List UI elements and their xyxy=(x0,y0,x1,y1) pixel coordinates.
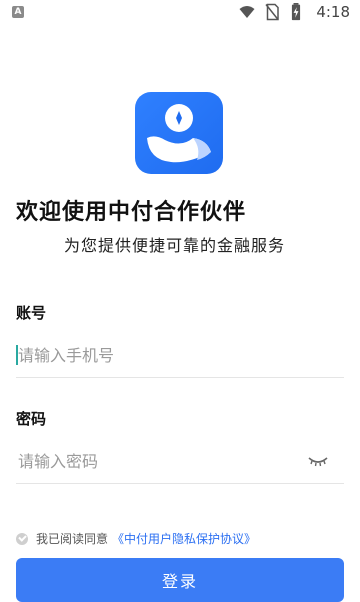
text-cursor xyxy=(16,345,18,365)
eye-closed-icon[interactable] xyxy=(306,451,330,471)
password-field-container xyxy=(16,439,344,484)
sim-blocked-icon xyxy=(264,3,282,21)
battery-charging-icon xyxy=(290,3,308,21)
wifi-icon xyxy=(238,3,256,21)
password-input[interactable] xyxy=(16,439,298,483)
account-field-container xyxy=(16,333,344,378)
welcome-title: 欢迎使用中付合作伙伴 xyxy=(16,200,247,225)
status-icons: 4:18 xyxy=(238,2,350,22)
app-logo xyxy=(135,92,223,174)
status-time: 4:18 xyxy=(316,3,350,21)
account-label: 账号 xyxy=(16,304,47,322)
notification-a-icon: A xyxy=(12,6,24,18)
agreement-checkbox[interactable] xyxy=(16,532,28,545)
login-button[interactable]: 登录 xyxy=(16,558,344,602)
notification-a-icon-label: A xyxy=(14,7,22,17)
welcome-subtitle: 为您提供便捷可靠的金融服务 xyxy=(64,236,286,255)
agreement-row: 我已阅读同意 《中付用户隐私保护协议》 xyxy=(16,530,256,547)
account-input[interactable] xyxy=(16,333,298,377)
agreement-prefix: 我已阅读同意 xyxy=(36,532,109,546)
password-label: 密码 xyxy=(16,410,47,428)
privacy-agreement-link[interactable]: 《中付用户隐私保护协议》 xyxy=(112,530,256,547)
status-bar: A 4:18 xyxy=(0,0,360,24)
